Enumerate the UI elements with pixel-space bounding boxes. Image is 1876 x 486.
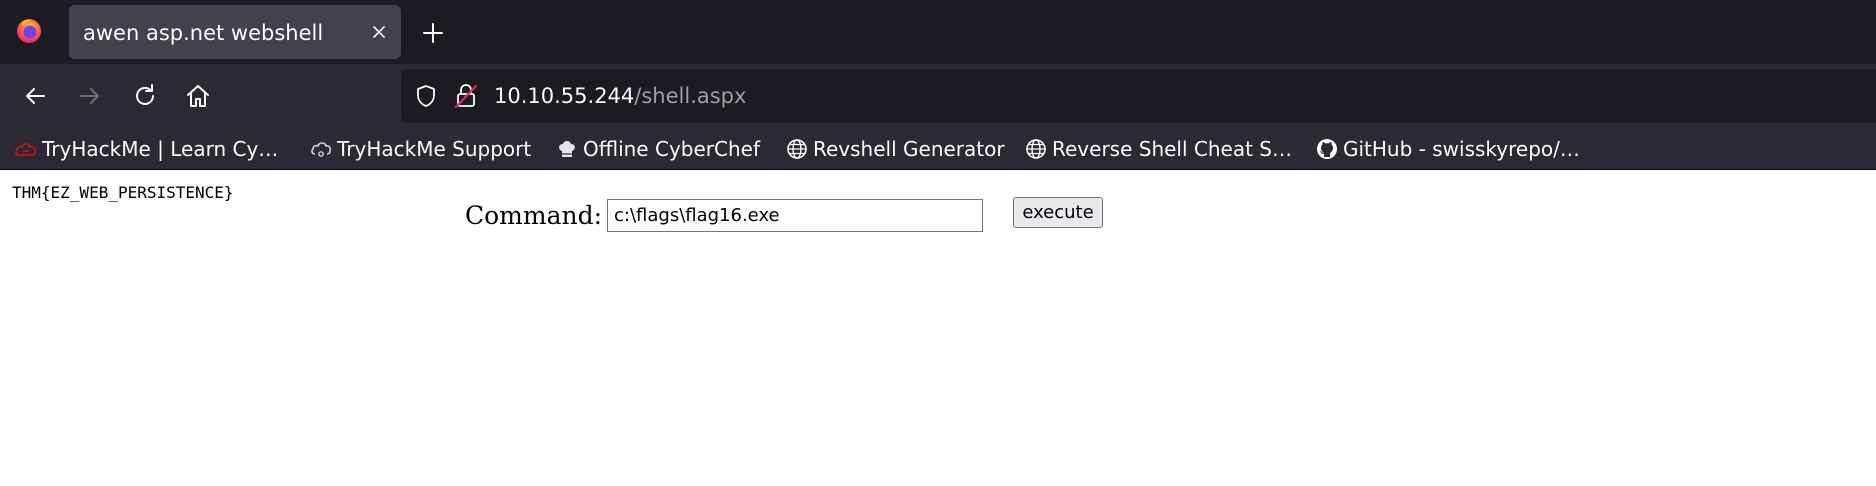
- cloud-support-icon: [309, 137, 333, 161]
- bookmark-tryhackme[interactable]: TryHackMe | Learn Cy…: [14, 128, 278, 170]
- bookmark-label: Reverse Shell Cheat S…: [1052, 137, 1292, 161]
- bookmark-label: TryHackMe | Learn Cy…: [42, 137, 279, 161]
- bookmark-reverse-shell-cheat-sheet[interactable]: Reverse Shell Cheat S…: [1024, 128, 1292, 170]
- chef-hat-icon: [555, 137, 579, 161]
- globe-icon: [1024, 137, 1048, 161]
- url-path: /shell.aspx: [634, 84, 747, 108]
- github-icon: [1315, 137, 1339, 161]
- navigation-toolbar: 10.10.55.244/shell.aspx: [0, 64, 1876, 128]
- close-tab-icon[interactable]: [367, 20, 391, 44]
- command-input[interactable]: [607, 199, 983, 232]
- bookmark-label: Revshell Generator: [813, 137, 1005, 161]
- bookmarks-toolbar: TryHackMe | Learn Cy… TryHackMe Support …: [0, 128, 1876, 170]
- forward-arrow-icon[interactable]: [75, 81, 105, 111]
- url-text[interactable]: 10.10.55.244/shell.aspx: [494, 84, 746, 108]
- bookmark-label: TryHackMe Support: [337, 137, 532, 161]
- bookmark-revshell-generator[interactable]: Revshell Generator: [785, 128, 1005, 170]
- tab-title: awen asp.net webshell: [83, 21, 324, 45]
- tryhackme-icon: [14, 137, 38, 161]
- url-bar[interactable]: 10.10.55.244/shell.aspx: [401, 69, 1876, 123]
- reload-icon[interactable]: [130, 81, 160, 111]
- firefox-icon[interactable]: [14, 16, 44, 46]
- new-tab-icon[interactable]: [420, 20, 446, 46]
- active-tab[interactable]: awen asp.net webshell: [69, 5, 401, 59]
- insecure-lock-icon[interactable]: [453, 82, 479, 110]
- tab-strip: awen asp.net webshell: [0, 0, 1876, 64]
- back-arrow-icon[interactable]: [20, 81, 50, 111]
- url-host: 10.10.55.244: [494, 84, 635, 108]
- flag-output: THM{EZ_WEB_PERSISTENCE}: [12, 183, 234, 202]
- bookmark-label: Offline CyberChef: [583, 137, 760, 161]
- bookmark-github-swisskyrepo[interactable]: GitHub - swisskyrepo/…: [1315, 128, 1580, 170]
- shield-icon[interactable]: [413, 83, 439, 109]
- bookmark-tryhackme-support[interactable]: TryHackMe Support: [309, 128, 531, 170]
- bookmark-offline-cyberchef[interactable]: Offline CyberChef: [555, 128, 760, 170]
- execute-button[interactable]: execute: [1013, 197, 1103, 228]
- command-label: Command:: [465, 201, 603, 230]
- home-icon[interactable]: [183, 81, 213, 111]
- bookmark-label: GitHub - swisskyrepo/…: [1343, 137, 1580, 161]
- globe-icon: [785, 137, 809, 161]
